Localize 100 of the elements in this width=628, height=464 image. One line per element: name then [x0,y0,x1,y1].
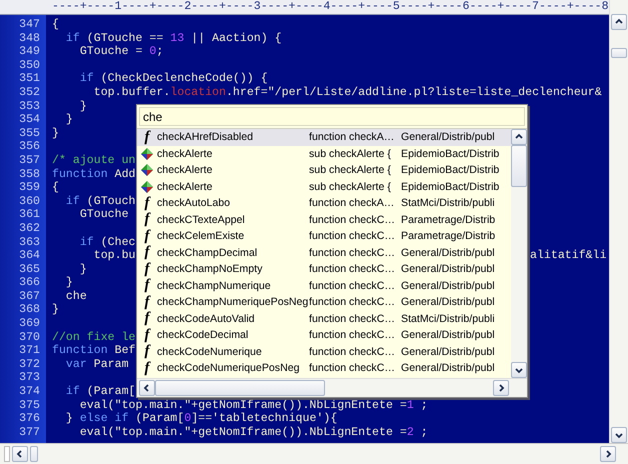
scroll-left-button[interactable] [12,446,28,462]
suggestion-path: General/Distrib/publ [401,280,496,292]
line-number: 362 [18,222,41,236]
line-number: 357 [18,154,41,168]
function-icon: f [142,245,152,260]
suggestion-item[interactable]: f checkChampDecimal function checkC… General/Distrib/publ [137,244,511,261]
line-number: 369 [18,317,41,331]
scroll-thumb[interactable] [30,446,38,462]
code-line: if (Param[ [64,385,136,399]
code-line: top.buffer.location.href="/perl/Liste/addline.pl?liste=liste_declencheur& [92,86,602,100]
function-icon: f [142,328,152,343]
suggestion-path: General/Distrib/publ [401,362,496,374]
suggestion-item[interactable]: checkAlerte sub checkAlerte { EpidemioBact/Distrib [137,178,511,195]
line-number: 348 [18,32,41,46]
suggestion-item[interactable]: f checkChampNumerique function checkC… General/Distrib/publ [137,278,511,294]
scroll-down-button[interactable] [611,427,627,443]
line-number: 363 [18,236,41,250]
suggestion-path: General/Distrib/publ [401,263,496,276]
line-number: 358 [18,168,41,182]
suggestion-path: StatMci/Distrib/publi [401,197,496,210]
popup-horizontal-scrollbar[interactable] [137,378,527,397]
scroll-down-button[interactable] [511,362,527,378]
suggestion-name: checkChampNumerique [157,280,272,292]
function-icon: f [142,360,152,376]
scroll-thumb[interactable] [611,48,627,58]
line-number: 350 [18,58,41,72]
suggestion-item[interactable]: checkAlerte sub checkAlerte { EpidemioBact/Distrib [137,146,511,162]
diamond-gem-icon [140,146,154,161]
line-number: 354 [18,113,41,127]
code-line: if (Chec [78,236,136,250]
code-line: } else if (Param[0]=='tabletechnique'){ [64,412,338,426]
suggestion-definition: function checkC… [309,329,396,342]
suggestion-item[interactable]: f checkAHrefDisabled function checkA… General/Distrib/publ [137,129,511,146]
line-number: 372 [18,358,41,372]
line-number: 376 [18,412,41,426]
function-icon: f [142,196,152,211]
code-line: { [52,181,59,195]
code-line: var Param [64,358,129,372]
suggestion-path: EpidemioBact/Distrib [401,148,500,160]
line-number: 359 [18,181,41,195]
suggestion-definition: function checkC… [309,312,396,325]
suggestion-definition: function checkC… [309,246,396,259]
code-line: eval("top.main."+getNomIframe()).NbLignEntete =2 ; [78,426,428,440]
search-field[interactable]: che [139,107,525,126]
vertical-scrollbar[interactable] [609,0,628,443]
column-ruler: ----+----1----+----2----+----3----+----4----+----5----+----6----+----7----+----8 [0,0,609,15]
line-number: 356 [18,140,41,154]
line-number: 355 [18,126,41,140]
scroll-up-button[interactable] [511,129,527,145]
code-line: } [64,276,73,290]
suggestion-definition: function checkC… [309,362,396,374]
scroll-thumb[interactable] [155,380,325,396]
diamond-gem-icon [140,163,154,178]
line-number: 361 [18,208,41,222]
suggestion-name: checkChampNumeriquePosNeg [157,296,309,308]
code-line: //on fixe le [52,330,136,344]
suggestion-definition: sub checkAlerte { [309,164,392,176]
suggestion-name: checkCodeNumeriquePosNeg [157,362,301,374]
suggestion-definition: function checkA… [309,131,396,144]
code-line: GTouche = 0; [78,45,164,59]
line-number: 351 [18,72,41,86]
suggestion-definition: function checkC… [309,346,396,358]
line-number: 370 [18,330,41,344]
code-line: if (GTouche == 13 || Aaction) { [64,32,282,46]
suggestion-item[interactable]: f checkChampNumeriquePosNegfunction checkC… General/Distrib/publ [137,294,511,310]
suggestion-item[interactable]: f checkCodeNumerique function checkC… General/Distrib/publ [137,344,511,360]
split-handle[interactable] [4,446,10,462]
scroll-left-button[interactable] [139,380,155,396]
suggestion-path: General/Distrib/publ [401,296,496,308]
suggestion-item[interactable]: f checkCelemExiste function checkC… Parametrage/Distrib [137,228,511,244]
popup-vertical-scrollbar[interactable] [511,129,527,378]
suggestion-item[interactable]: f checkCodeAutoValid function checkC… StatMci/Distrib/publi [137,310,511,327]
suggestion-path: General/Distrib/publ [401,329,496,342]
suggestion-item[interactable]: f checkAutoLabo function checkA… StatMci/Distrib/publi [137,195,511,212]
code-line: } [52,126,59,140]
code-line: if (GTouch [64,194,136,208]
function-icon: f [142,311,152,326]
line-number: 364 [18,249,41,263]
code-line: GTouche [78,208,129,222]
function-icon: f [142,278,152,294]
code-line: function Bef [52,344,136,358]
function-icon: f [142,212,152,228]
suggestion-name: checkCodeAutoValid [157,312,256,325]
scroll-thumb[interactable] [511,145,527,187]
suggestion-path: General/Distrib/publ [401,346,496,358]
scroll-up-button[interactable] [611,14,627,30]
suggestion-name: checkCodeNumerique [157,346,263,358]
scroll-right-button[interactable] [600,446,616,462]
horizontal-scrollbar[interactable] [0,443,628,464]
suggestion-definition: function checkA… [309,197,396,210]
scroll-right-button[interactable] [493,380,509,396]
suggestion-item[interactable]: f checkCodeNumeriquePosNeg function checkC… General/Distrib/publ [137,360,511,376]
suggestion-item[interactable]: f checkCodeDecimal function checkC… General/Distrib/publ [137,327,511,344]
suggestion-item[interactable]: f checkCTexteAppel function checkC… Parametrage/Distrib [137,212,511,228]
function-icon: f [142,344,152,360]
suggestion-item[interactable]: f checkChampNoEmpty function checkC… General/Distrib/publ [137,261,511,278]
line-number: 368 [18,303,41,318]
code-line: che [64,290,87,304]
suggestion-name: checkCelemExiste [157,230,246,242]
suggestion-item[interactable]: checkAlerte sub checkAlerte { EpidemioBact/Distrib [137,162,511,178]
